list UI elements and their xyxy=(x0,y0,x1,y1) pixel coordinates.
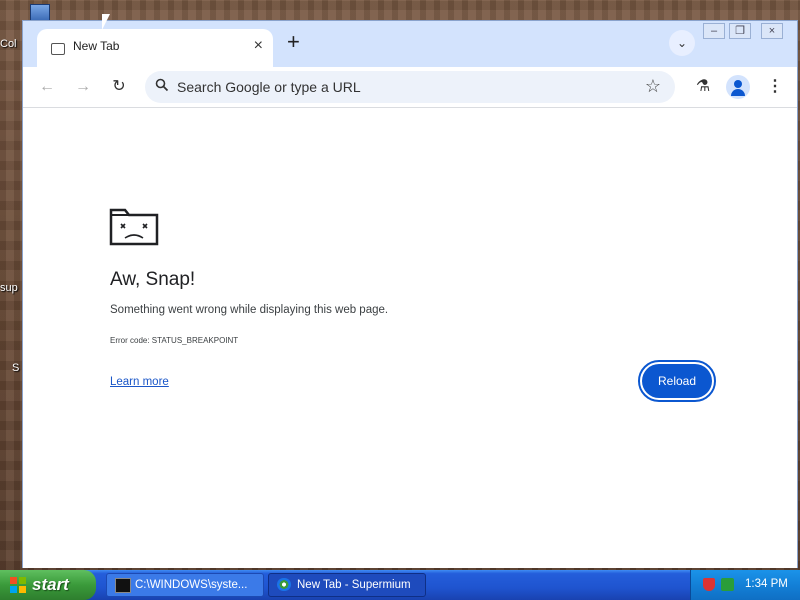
menu-kebab-icon[interactable]: ⋮ xyxy=(763,75,787,99)
back-icon[interactable]: ← xyxy=(35,75,59,99)
browser-toolbar: ← → ↻ Search Google or type a URL ☆ ⚗ ⋮ xyxy=(23,67,797,108)
browser-icon xyxy=(277,578,291,591)
network-icon[interactable] xyxy=(721,578,734,591)
mouse-cursor-icon xyxy=(102,14,110,30)
reload-icon[interactable]: ↻ xyxy=(107,75,131,99)
sad-tab-favicon-icon xyxy=(51,43,65,55)
omnibox[interactable]: Search Google or type a URL ☆ xyxy=(145,71,675,103)
learn-more-link[interactable]: Learn more xyxy=(110,376,169,388)
security-shield-icon[interactable] xyxy=(703,578,715,591)
taskbar: start C:\WINDOWS\syste... New Tab - Supe… xyxy=(0,570,800,600)
restore-button[interactable]: ❐ xyxy=(729,23,751,39)
start-button[interactable]: start xyxy=(0,570,96,600)
desktop-label-2: sup xyxy=(0,282,18,294)
search-icon xyxy=(155,78,169,92)
error-code: Error code: STATUS_BREAKPOINT xyxy=(110,336,239,345)
tab-search-button[interactable]: ⌄ xyxy=(669,30,695,56)
tab-strip: New Tab × + ⌄ – ❐ × xyxy=(23,21,797,67)
desktop-label-1: Col xyxy=(0,38,17,50)
labs-flask-icon[interactable]: ⚗ xyxy=(691,75,715,99)
start-label: start xyxy=(32,575,69,594)
tab-new-tab[interactable]: New Tab × xyxy=(37,29,273,67)
reload-button[interactable]: Reload xyxy=(638,360,716,402)
new-tab-button[interactable]: + xyxy=(287,31,300,53)
tab-title: New Tab xyxy=(73,39,120,53)
close-window-button[interactable]: × xyxy=(761,23,783,39)
minimize-button[interactable]: – xyxy=(703,23,725,39)
browser-window: New Tab × + ⌄ – ❐ × ← → ↻ Search Google … xyxy=(22,20,798,568)
clock[interactable]: 1:34 PM xyxy=(745,578,788,590)
system-tray: 1:34 PM xyxy=(690,570,800,600)
sad-folder-icon xyxy=(109,208,159,246)
error-description: Something went wrong while displaying th… xyxy=(110,304,389,316)
windows-logo-icon xyxy=(10,577,26,593)
bookmark-star-icon[interactable]: ☆ xyxy=(645,76,661,97)
taskbar-item-browser[interactable]: New Tab - Supermium xyxy=(268,573,426,597)
tab-close-icon[interactable]: × xyxy=(254,38,263,54)
desktop-label-3: S xyxy=(12,362,20,374)
omnibox-placeholder: Search Google or type a URL xyxy=(177,79,361,95)
taskbar-item-cmd[interactable]: C:\WINDOWS\syste... xyxy=(106,573,264,597)
forward-icon[interactable]: → xyxy=(71,75,95,99)
profile-avatar-icon[interactable] xyxy=(726,75,750,99)
taskbar-item-label: C:\WINDOWS\syste... xyxy=(135,579,248,591)
taskbar-item-label: New Tab - Supermium xyxy=(297,579,411,591)
console-icon xyxy=(115,578,131,593)
error-page: Aw, Snap! Something went wrong while dis… xyxy=(23,108,797,568)
error-title: Aw, Snap! xyxy=(110,269,196,290)
